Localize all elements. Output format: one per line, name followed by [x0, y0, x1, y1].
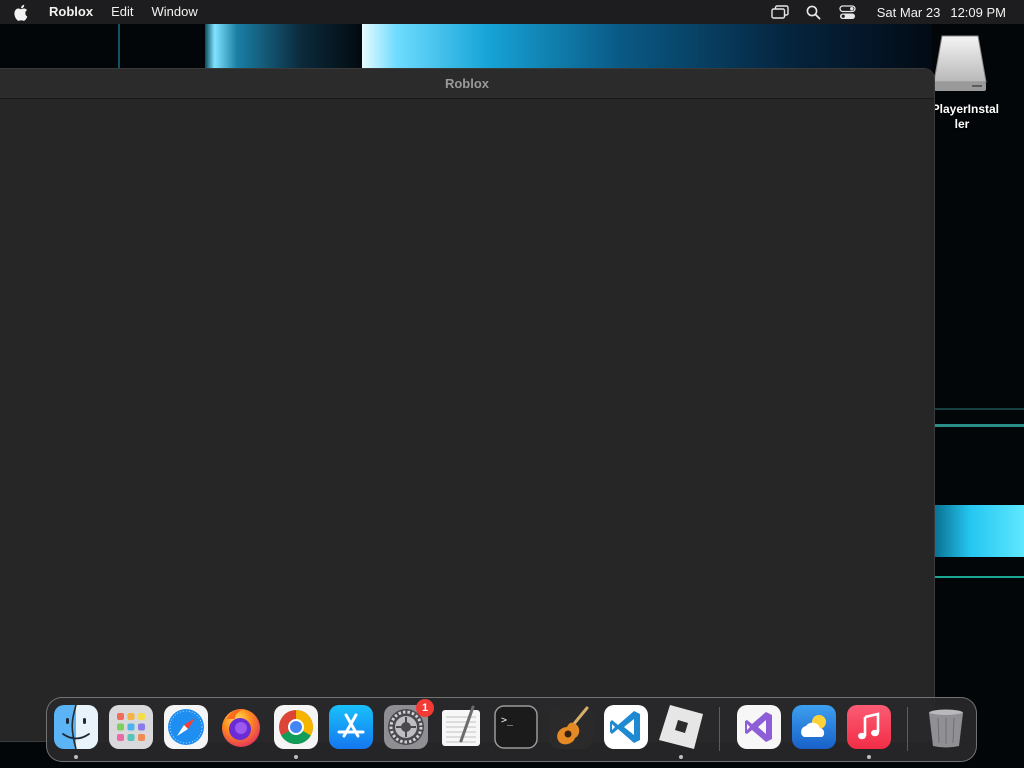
- running-indicator: [679, 755, 683, 759]
- dock-finder-icon[interactable]: [54, 705, 98, 749]
- dock-chrome-icon[interactable]: [274, 705, 318, 749]
- window-content[interactable]: [0, 99, 934, 741]
- dock-separator: [907, 707, 908, 751]
- screen-mirroring-icon[interactable]: [769, 0, 791, 24]
- dock-vscode-icon[interactable]: [604, 705, 648, 749]
- window-title: Roblox: [444, 76, 490, 91]
- wallpaper-streak: [934, 505, 1024, 557]
- running-indicator: [867, 755, 871, 759]
- search-icon[interactable]: [803, 0, 825, 24]
- dock-weather-icon[interactable]: [792, 705, 836, 749]
- dock-music-icon[interactable]: [847, 705, 891, 749]
- clock-time: 12:09 PM: [950, 4, 1006, 20]
- dock-garageband-icon[interactable]: [549, 705, 593, 749]
- svg-text:>_: >_: [501, 715, 514, 726]
- wallpaper-streak: [205, 24, 365, 72]
- wallpaper-streak: [118, 24, 120, 72]
- apple-menu-icon[interactable]: [0, 4, 40, 21]
- dock-firefox-icon[interactable]: [219, 705, 263, 749]
- dock-roblox-icon[interactable]: [659, 705, 703, 749]
- dock-terminal-icon[interactable]: >_: [494, 705, 538, 749]
- dock-system-preferences-icon[interactable]: 1: [384, 699, 434, 749]
- dock: 1 >_: [46, 697, 977, 762]
- notification-badge: 1: [416, 699, 434, 717]
- menu-bar: Roblox Edit Window Sat Mar 23 12:09 PM: [0, 0, 1024, 24]
- disk-image-icon: [932, 34, 988, 94]
- dock-safari-icon[interactable]: [164, 705, 208, 749]
- wallpaper-streak: [934, 576, 1024, 578]
- wallpaper-streak: [362, 24, 932, 72]
- wallpaper-streak: [934, 408, 1024, 410]
- window-titlebar[interactable]: Roblox: [0, 69, 934, 99]
- wallpaper-streak: [934, 424, 1024, 427]
- dock-textedit-icon[interactable]: [439, 705, 483, 749]
- dock-trash-icon[interactable]: [924, 705, 968, 749]
- menu-clock[interactable]: Sat Mar 23 12:09 PM: [877, 5, 1006, 20]
- roblox-window: Roblox: [0, 69, 934, 741]
- dock-separator: [719, 707, 720, 751]
- dock-app-store-icon[interactable]: [329, 705, 373, 749]
- menu-edit[interactable]: Edit: [102, 0, 142, 24]
- running-indicator: [74, 755, 78, 759]
- dock-launchpad-icon[interactable]: [109, 705, 153, 749]
- control-center-icon[interactable]: [837, 0, 859, 24]
- clock-date: Sat Mar 23: [876, 4, 941, 20]
- menu-window[interactable]: Window: [142, 0, 206, 24]
- running-indicator: [294, 755, 298, 759]
- menu-app-name[interactable]: Roblox: [40, 0, 102, 24]
- dock-visual-studio-icon[interactable]: [737, 705, 781, 749]
